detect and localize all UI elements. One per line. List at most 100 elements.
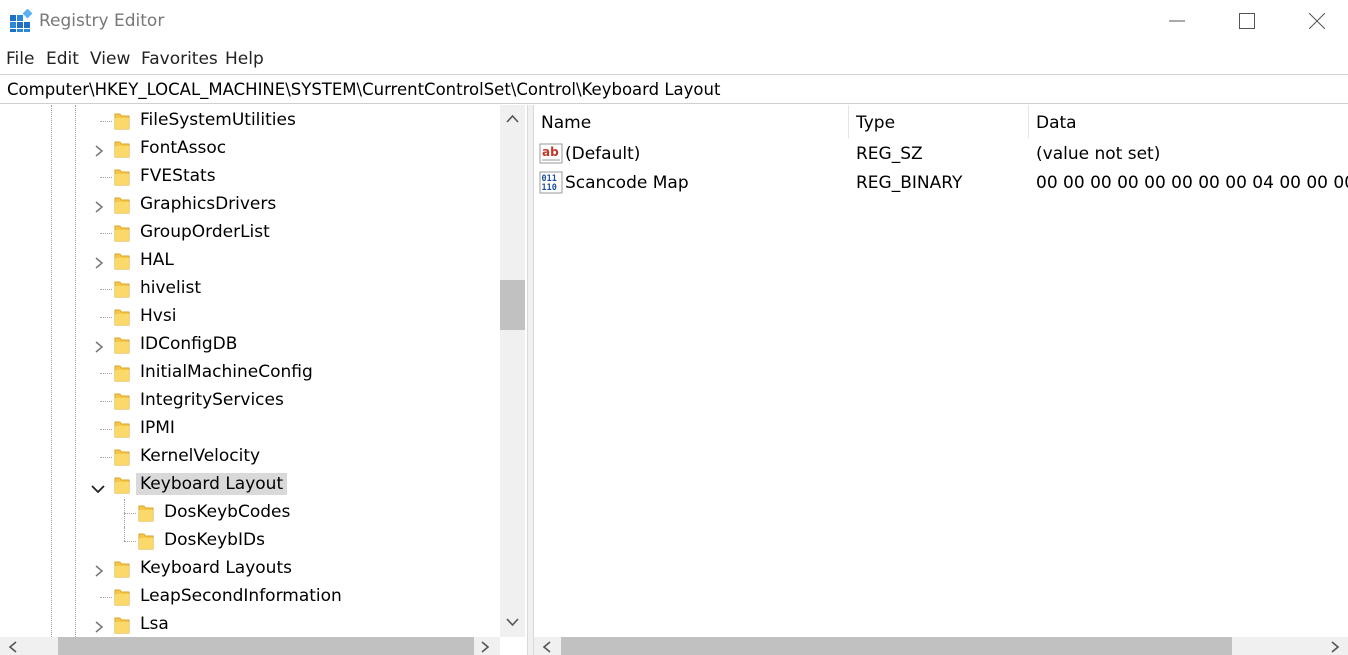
tree-item-label[interactable]: GroupOrderList: [136, 221, 274, 243]
value-row-default[interactable]: ab (Default) REG_SZ (value not set): [534, 139, 1348, 168]
tree-item-label[interactable]: IDConfigDB: [136, 333, 241, 355]
tree-vertical-scrollbar[interactable]: [500, 105, 525, 637]
tree-item[interactable]: InitialMachineConfig: [0, 359, 500, 387]
folder-icon: [113, 391, 131, 411]
tree-connector: [100, 233, 112, 234]
column-header-name[interactable]: Name: [534, 105, 850, 138]
tree-item[interactable]: FVEStats: [0, 163, 500, 191]
tree-item-label[interactable]: KernelVelocity: [136, 445, 264, 467]
folder-icon: [113, 223, 131, 243]
value-name: (Default): [565, 144, 641, 164]
tree-connector: [100, 317, 112, 318]
menu-view[interactable]: View: [90, 49, 130, 69]
tree-guide-line: [124, 527, 125, 541]
value-name: Scancode Map: [565, 173, 689, 193]
tree-item-label[interactable]: hivelist: [136, 277, 205, 299]
column-header-data[interactable]: Data: [1029, 105, 1348, 138]
tree-item-label[interactable]: Hvsi: [136, 305, 180, 327]
tree-item[interactable]: HAL: [0, 247, 500, 275]
tree-item[interactable]: DosKeybIDs: [0, 527, 500, 555]
tree-item-label[interactable]: FVEStats: [136, 165, 220, 187]
close-button[interactable]: [1282, 0, 1348, 43]
folder-icon: [113, 419, 131, 439]
tree-item[interactable]: IDConfigDB: [0, 331, 500, 359]
maximize-button[interactable]: [1212, 0, 1282, 43]
tree-item-label[interactable]: GraphicsDrivers: [136, 193, 280, 215]
menu-bar: File Edit View Favorites Help: [0, 45, 1348, 73]
maximize-icon: [1239, 13, 1255, 29]
tree-item-label[interactable]: DosKeybCodes: [160, 501, 294, 523]
folder-icon: [113, 167, 131, 187]
tree-item[interactable]: FontAssoc: [0, 135, 500, 163]
scroll-right-icon[interactable]: [1330, 641, 1340, 653]
tree-horizontal-scrollbar[interactable]: [0, 637, 500, 655]
scroll-up-icon[interactable]: [506, 114, 519, 124]
tree-item-label[interactable]: FileSystemUtilities: [136, 109, 300, 131]
tree-item-label[interactable]: IntegrityServices: [136, 389, 288, 411]
address-path[interactable]: Computer\HKEY_LOCAL_MACHINE\SYSTEM\Curre…: [7, 80, 720, 99]
expand-chevron-icon[interactable]: [93, 563, 105, 577]
tree-item[interactable]: LeapSecondInformation: [0, 583, 500, 611]
expand-chevron-icon[interactable]: [93, 199, 105, 213]
scroll-down-icon[interactable]: [506, 617, 519, 627]
tree-connector: [124, 513, 136, 514]
column-header-type[interactable]: Type: [849, 105, 1029, 138]
tree-item-label[interactable]: LeapSecondInformation: [136, 585, 346, 607]
folder-icon: [113, 195, 131, 215]
value-type: REG_SZ: [856, 144, 923, 164]
tree-item-label[interactable]: Lsa: [136, 613, 173, 635]
tree-item-label[interactable]: FontAssoc: [136, 137, 230, 159]
scroll-left-icon[interactable]: [8, 641, 18, 653]
tree-item[interactable]: IPMI: [0, 415, 500, 443]
tree-item[interactable]: GroupOrderList: [0, 219, 500, 247]
folder-icon: [113, 335, 131, 355]
folder-icon: [113, 615, 131, 635]
tree-horizontal-scroll-thumb[interactable]: [58, 637, 474, 655]
folder-icon: [137, 531, 155, 551]
collapse-chevron-icon[interactable]: [91, 480, 105, 494]
tree-connector: [100, 457, 112, 458]
expand-chevron-icon[interactable]: [93, 339, 105, 353]
tree-connector: [100, 401, 112, 402]
tree-item[interactable]: Keyboard Layout: [0, 471, 500, 499]
tree-item-label[interactable]: IPMI: [136, 417, 179, 439]
tree-item-label[interactable]: DosKeybIDs: [160, 529, 269, 551]
tree-item[interactable]: IntegrityServices: [0, 387, 500, 415]
value-row-scancode-map[interactable]: 011 110 Scancode Map REG_BINARY 00 00 00…: [534, 168, 1348, 197]
string-value-icon: ab: [539, 143, 563, 164]
expand-chevron-icon[interactable]: [93, 255, 105, 269]
svg-text:110: 110: [542, 183, 557, 193]
scroll-right-icon[interactable]: [480, 641, 490, 653]
menu-help[interactable]: Help: [225, 49, 264, 69]
tree-connector: [100, 177, 112, 178]
folder-icon: [113, 111, 131, 131]
close-icon: [1309, 13, 1325, 29]
menu-favorites[interactable]: Favorites: [141, 49, 218, 69]
tree-item[interactable]: FileSystemUtilities: [0, 107, 500, 135]
expand-chevron-icon[interactable]: [93, 619, 105, 633]
menu-file[interactable]: File: [6, 49, 34, 69]
tree-item-label[interactable]: Keyboard Layout: [136, 473, 288, 495]
list-horizontal-scroll-thumb[interactable]: [561, 637, 1232, 655]
pane-splitter[interactable]: [527, 105, 534, 655]
tree-item[interactable]: Hvsi: [0, 303, 500, 331]
tree-item[interactable]: hivelist: [0, 275, 500, 303]
tree-item[interactable]: KernelVelocity: [0, 443, 500, 471]
minimize-button[interactable]: [1142, 0, 1212, 43]
registry-tree[interactable]: FileSystemUtilities FontAssoc FVEStats Grap…: [0, 105, 527, 655]
scroll-left-icon[interactable]: [542, 641, 552, 653]
tree-item-label[interactable]: InitialMachineConfig: [136, 361, 317, 383]
tree-vertical-scroll-thumb[interactable]: [500, 280, 525, 330]
tree-item[interactable]: GraphicsDrivers: [0, 191, 500, 219]
menu-edit[interactable]: Edit: [46, 49, 79, 69]
tree-item[interactable]: Keyboard Layouts: [0, 555, 500, 583]
tree-item[interactable]: DosKeybCodes: [0, 499, 500, 527]
tree-item-label[interactable]: Keyboard Layouts: [136, 557, 296, 579]
tree-item[interactable]: Lsa: [0, 611, 500, 639]
window-title: Registry Editor: [39, 11, 165, 31]
address-bar[interactable]: Computer\HKEY_LOCAL_MACHINE\SYSTEM\Curre…: [0, 74, 1348, 104]
values-list[interactable]: Name Type Data ab (Default) REG_SZ (valu…: [534, 105, 1348, 637]
list-horizontal-scrollbar[interactable]: [534, 637, 1348, 655]
tree-item-label[interactable]: HAL: [136, 249, 178, 271]
expand-chevron-icon[interactable]: [93, 143, 105, 157]
